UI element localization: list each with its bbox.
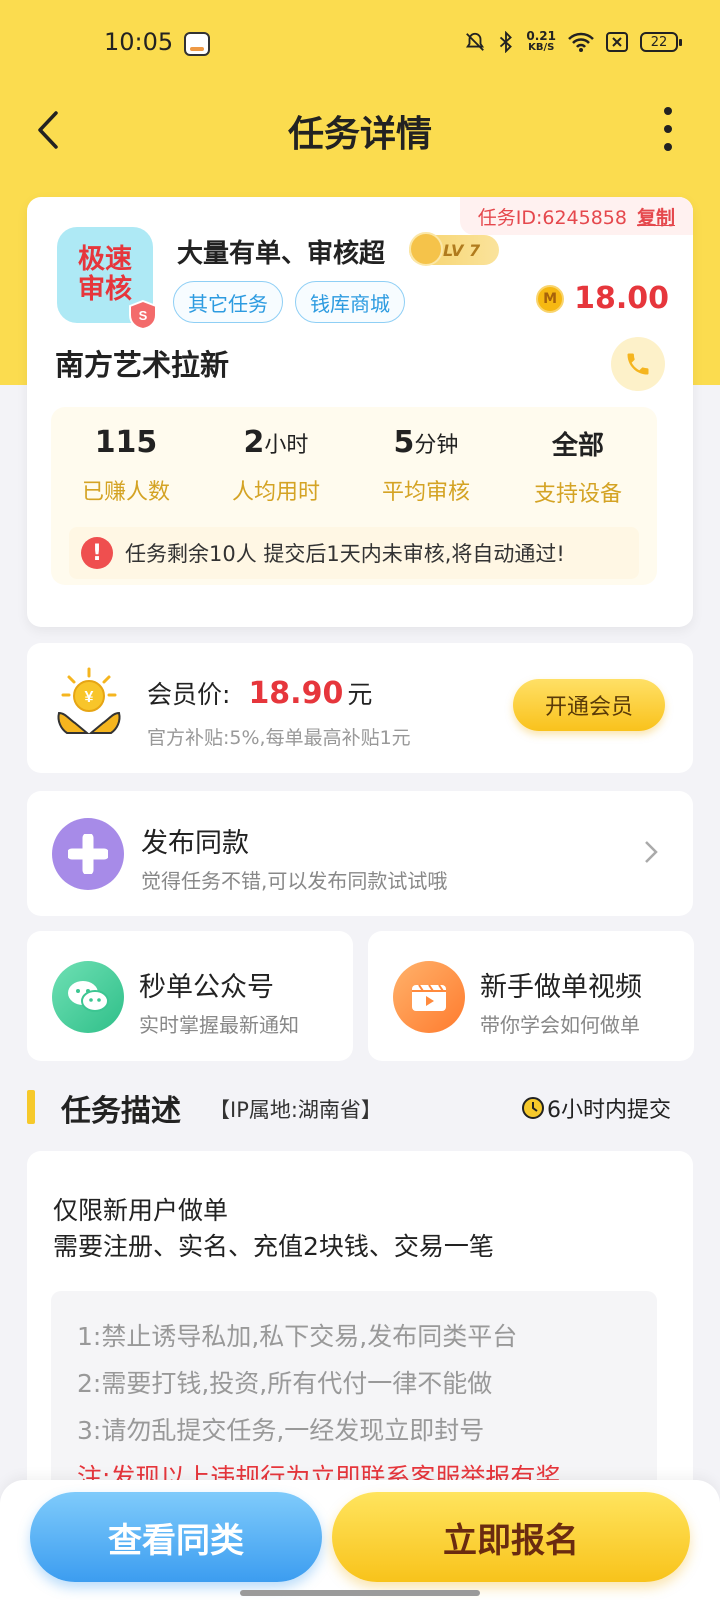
stat-avg-time: 2小时 人均用时 xyxy=(201,425,351,506)
wechat-account-card[interactable]: 秒单公众号 实时掌握最新通知 xyxy=(27,931,353,1061)
description-heading: 任务描述 xyxy=(61,1094,181,1129)
description-line: 仅限新用户做单 xyxy=(53,1196,229,1225)
clock-icon xyxy=(522,1097,544,1119)
sign-up-now-button[interactable]: 立即报名 xyxy=(332,1492,690,1582)
page-title: 任务详情 xyxy=(287,114,432,155)
plus-icon xyxy=(52,818,124,890)
shield-badge-icon: S xyxy=(129,299,157,331)
ip-location: 【IP属地:湖南省】 xyxy=(209,1098,382,1122)
exclamation-icon: ! xyxy=(81,537,113,569)
level-text: LV 7 xyxy=(443,240,481,260)
video-card-title: 新手做单视频 xyxy=(480,972,642,1003)
phone-icon xyxy=(627,353,649,375)
status-time: 10:05 xyxy=(104,28,174,56)
task-info-card: 任务ID:6245858 复制 极速审核 S 大量有单、审核超 LV 7 其它任… xyxy=(27,197,693,627)
task-id-badge: 任务ID:6245858 复制 xyxy=(459,197,693,235)
battery-icon: 22 xyxy=(640,32,682,52)
status-bar: 10:05 0.21 KB/S 22 xyxy=(0,0,720,90)
svg-text:S: S xyxy=(139,308,148,323)
app-notification-icon xyxy=(184,32,210,56)
stat-devices: 全部 支持设备 xyxy=(503,425,653,508)
stat-label: 支持设备 xyxy=(533,482,622,507)
view-similar-button[interactable]: 查看同类 xyxy=(30,1492,322,1582)
submit-deadline: 6小时内提交 xyxy=(521,1092,671,1124)
mute-bell-icon xyxy=(466,32,485,51)
video-card-subtitle: 带你学会如何做单 xyxy=(480,1013,640,1037)
task-logo-text: 极速审核 xyxy=(78,244,132,305)
sim-x-icon xyxy=(606,32,628,52)
tag-qianku-mall[interactable]: 钱库商城 xyxy=(295,281,405,323)
member-price-unit: 元 xyxy=(347,680,373,709)
tag-other-task[interactable]: 其它任务 xyxy=(173,281,283,323)
task-reward: M 18.00 xyxy=(536,281,669,316)
wechat-card-title: 秒单公众号 xyxy=(139,972,274,1003)
member-price-value: 18.90 xyxy=(248,676,344,711)
contact-phone-button[interactable] xyxy=(611,337,665,391)
member-subsidy-text: 官方补贴:5%,每单最高补贴1元 xyxy=(147,727,411,749)
stat-earned-count: 115 已赚人数 xyxy=(51,425,201,506)
task-name: 大量有单、审核超 xyxy=(177,239,386,269)
task-stats-panel: 115 已赚人数 2小时 人均用时 5分钟 平均审核 全部 支持设备 ! 任务剩… xyxy=(51,407,657,585)
rule-item: 2:需要打钱,投资,所有代付一律不能做 xyxy=(77,1369,493,1398)
wechat-card-subtitle: 实时掌握最新通知 xyxy=(139,1013,299,1037)
coin-hands-icon: ¥ xyxy=(57,667,121,734)
rule-item: 1:禁止诱导私加,私下交易,发布同类平台 xyxy=(77,1322,518,1351)
stat-unit: 小时 xyxy=(264,433,309,458)
wifi-icon xyxy=(568,32,594,52)
level-badge: LV 7 xyxy=(409,232,499,266)
description-body: 仅限新用户做单 需要注册、实名、充值2块钱、交易一笔 xyxy=(53,1193,494,1265)
stat-label: 平均审核 xyxy=(381,480,470,505)
tutorial-video-card[interactable]: 新手做单视频 带你学会如何做单 xyxy=(368,931,694,1061)
nav-bar: 任务详情 xyxy=(0,95,720,165)
wechat-icon xyxy=(52,961,124,1033)
task-id-text: 任务ID:6245858 xyxy=(477,206,627,229)
stat-value: 2 xyxy=(243,425,265,460)
stat-unit: 分钟 xyxy=(414,433,459,458)
svg-text:¥: ¥ xyxy=(85,689,94,706)
net-speed-unit: KB/S xyxy=(528,42,555,53)
video-icon xyxy=(393,961,465,1033)
net-speed-value: 0.21 xyxy=(526,29,556,43)
home-indicator[interactable] xyxy=(240,1590,480,1596)
bottom-action-bar: 查看同类 立即报名 xyxy=(0,1480,720,1600)
chevron-right-icon xyxy=(645,841,658,863)
member-price-card: ¥ 会员价: 18.90 元 官方补贴:5%,每单最高补贴1元 开通会员 xyxy=(27,643,693,773)
publish-subtitle: 觉得任务不错,可以发布同款试试哦 xyxy=(141,869,448,893)
stat-value: 115 xyxy=(94,425,158,460)
stat-value: 5 xyxy=(393,425,415,460)
network-speed: 0.21 KB/S xyxy=(526,30,556,54)
rule-item: 3:请勿乱提交任务,一经发现立即封号 xyxy=(77,1416,485,1445)
section-accent-bar xyxy=(27,1090,35,1124)
deadline-text: 6小时内提交 xyxy=(547,1098,671,1123)
task-subtitle: 南方艺术拉新 xyxy=(55,348,230,382)
description-line: 需要注册、实名、充值2块钱、交易一笔 xyxy=(53,1232,494,1261)
stat-avg-review: 5分钟 平均审核 xyxy=(351,425,501,506)
more-options-icon[interactable] xyxy=(658,107,678,151)
coin-icon: M xyxy=(536,284,565,313)
reward-amount: 18.00 xyxy=(574,281,669,316)
description-header: 任务描述 【IP属地:湖南省】 6小时内提交 xyxy=(27,1088,693,1129)
bluetooth-icon xyxy=(500,31,513,53)
stat-label: 已赚人数 xyxy=(81,480,170,505)
member-price-row: 会员价: 18.90 元 xyxy=(147,675,372,711)
member-price-label: 会员价: xyxy=(147,680,231,709)
copy-id-button[interactable]: 复制 xyxy=(637,203,675,230)
publish-same-card[interactable]: 发布同款 觉得任务不错,可以发布同款试试哦 xyxy=(27,791,693,916)
stat-value: 全部 xyxy=(551,431,604,461)
task-notice: ! 任务剩余10人 提交后1天内未审核,将自动通过! xyxy=(69,527,639,579)
notice-text: 任务剩余10人 提交后1天内未审核,将自动通过! xyxy=(125,542,565,566)
stat-label: 人均用时 xyxy=(231,480,320,505)
open-membership-button[interactable]: 开通会员 xyxy=(513,679,665,731)
publish-title: 发布同款 xyxy=(141,828,249,859)
level-medal-icon xyxy=(409,232,443,266)
